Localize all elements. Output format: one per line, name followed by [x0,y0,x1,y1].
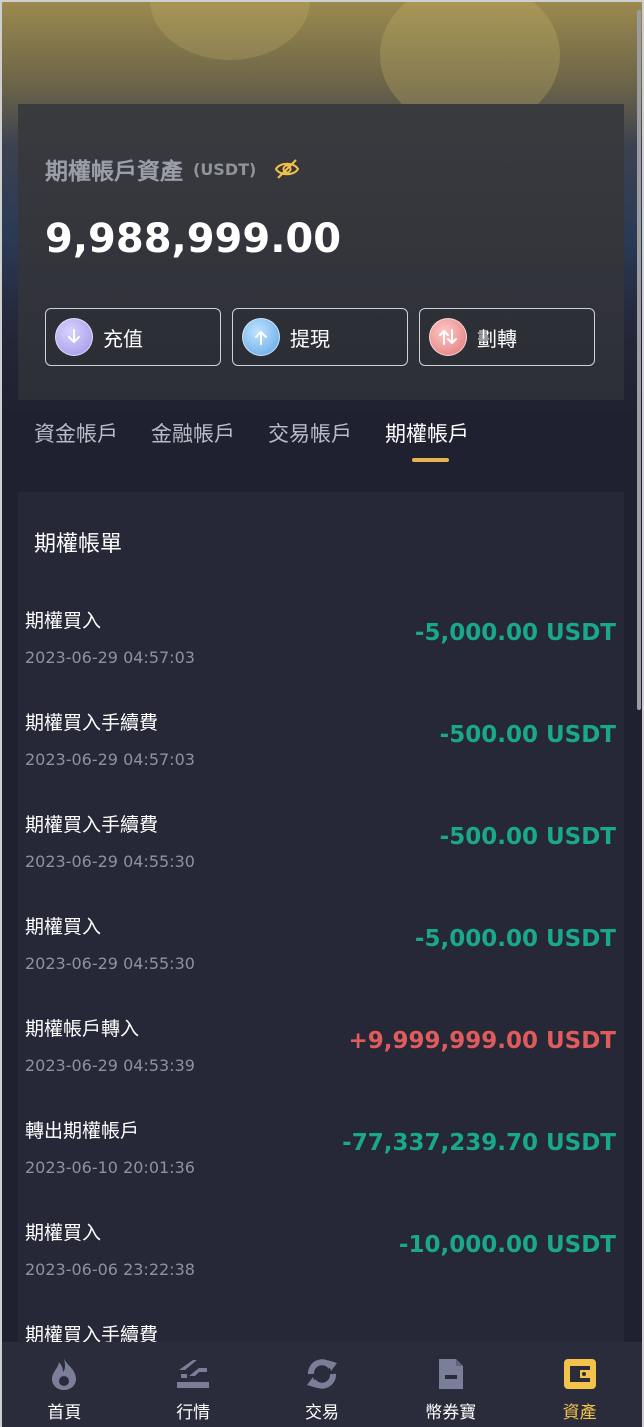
record-amount: +9,999,999.00 USDT [348,1028,616,1054]
record-time: 2023-06-29 04:55:30 [25,852,195,871]
list-item[interactable]: 期權買入手續費 2023-06-29 04:55:30 -500.00 USDT [18,810,624,912]
record-name: 期權帳戶轉入 [25,1018,140,1040]
ledger-list: 期權買入 2023-06-29 04:57:03 -5,000.00 USDT … [18,606,624,1352]
record-amount: -10,000.00 USDT [398,1232,616,1258]
record-name: 轉出期權帳戶 [25,1120,140,1142]
record-amount: -5,000.00 USDT [414,926,616,952]
tab-finance-account[interactable]: 金融帳戶 [151,418,235,448]
record-amount: -5,000.00 USDT [414,620,616,646]
record-name: 期權買入手續費 [25,712,159,734]
list-item[interactable]: 轉出期權帳戶 2023-06-10 20:01:36 -77,337,239.7… [18,1116,624,1218]
deposit-icon [55,318,93,356]
home-flame-icon [45,1356,83,1392]
ledger-panel: 期權帳單 期權買入 2023-06-29 04:57:03 -5,000.00 … [18,492,624,1352]
trade-refresh-icon [303,1356,341,1392]
record-time: 2023-06-29 04:57:03 [25,750,195,769]
nav-coupon[interactable]: 幣券寶 [386,1342,515,1427]
record-time: 2023-06-29 04:53:39 [25,1056,195,1075]
bottom-nav: 首頁 行情 交易 幣券寶 資產 [0,1342,644,1427]
nav-market[interactable]: 行情 [129,1342,258,1427]
document-icon [432,1356,470,1392]
record-time: 2023-06-29 04:57:03 [25,648,195,667]
asset-unit: (USDT) [193,159,257,179]
nav-trade[interactable]: 交易 [258,1342,387,1427]
transfer-icon [429,318,467,356]
record-time: 2023-06-29 04:55:30 [25,954,195,973]
record-time: 2023-06-10 20:01:36 [25,1158,195,1177]
tab-trading-account[interactable]: 交易帳戶 [268,418,352,448]
withdraw-button[interactable]: 提現 [232,308,408,366]
record-name: 期權買入 [25,1222,102,1244]
list-item[interactable]: 期權帳戶轉入 2023-06-29 04:53:39 +9,999,999.00… [18,1014,624,1116]
record-name: 期權買入 [25,610,102,632]
list-item[interactable]: 期權買入 2023-06-29 04:55:30 -5,000.00 USDT [18,912,624,1014]
ledger-title: 期權帳單 [34,532,123,557]
nav-coupon-label: 幣券寶 [425,1403,477,1423]
record-amount: -500.00 USDT [439,824,616,850]
deposit-label: 充值 [103,326,143,351]
asset-card: 期權帳戶資產 (USDT) 9,988,999.00 充值 提現 劃轉 [18,104,624,400]
asset-actions: 充值 提現 劃轉 [45,308,595,366]
nav-assets[interactable]: 資產 [515,1342,644,1427]
deposit-button[interactable]: 充值 [45,308,221,366]
asset-balance: 9,988,999.00 [45,216,342,262]
record-name: 期權買入 [25,916,102,938]
account-tabs: 資金帳戶 金融帳戶 交易帳戶 期權帳戶 [34,418,502,462]
wallet-icon [561,1356,599,1392]
withdraw-label: 提現 [290,326,330,351]
nav-home-label: 首頁 [47,1403,82,1423]
transfer-button[interactable]: 劃轉 [419,308,595,366]
record-name: 期權買入手續費 [25,814,159,836]
tab-options-account[interactable]: 期權帳戶 [385,418,469,462]
tab-funding-account[interactable]: 資金帳戶 [34,418,118,448]
list-item[interactable]: 期權買入手續費 2023-06-29 04:57:03 -500.00 USDT [18,708,624,810]
list-item[interactable]: 期權買入 2023-06-29 04:57:03 -5,000.00 USDT [18,606,624,708]
eye-hidden-icon[interactable] [274,156,300,182]
record-amount: -500.00 USDT [439,722,616,748]
withdraw-icon [242,318,280,356]
page-scrollbar[interactable] [637,10,641,710]
nav-home[interactable]: 首頁 [0,1342,129,1427]
transfer-label: 劃轉 [477,326,517,351]
nav-assets-label: 資產 [562,1403,597,1423]
record-time: 2023-06-06 23:22:38 [25,1260,195,1279]
asset-card-header: 期權帳戶資產 (USDT) [45,152,300,186]
nav-market-label: 行情 [176,1403,211,1423]
nav-trade-label: 交易 [304,1403,339,1423]
list-item[interactable]: 期權買入 2023-06-06 23:22:38 -10,000.00 USDT [18,1218,624,1320]
market-icon [174,1356,212,1392]
record-amount: -77,337,239.70 USDT [342,1130,616,1156]
asset-title: 期權帳戶資產 [45,159,183,185]
